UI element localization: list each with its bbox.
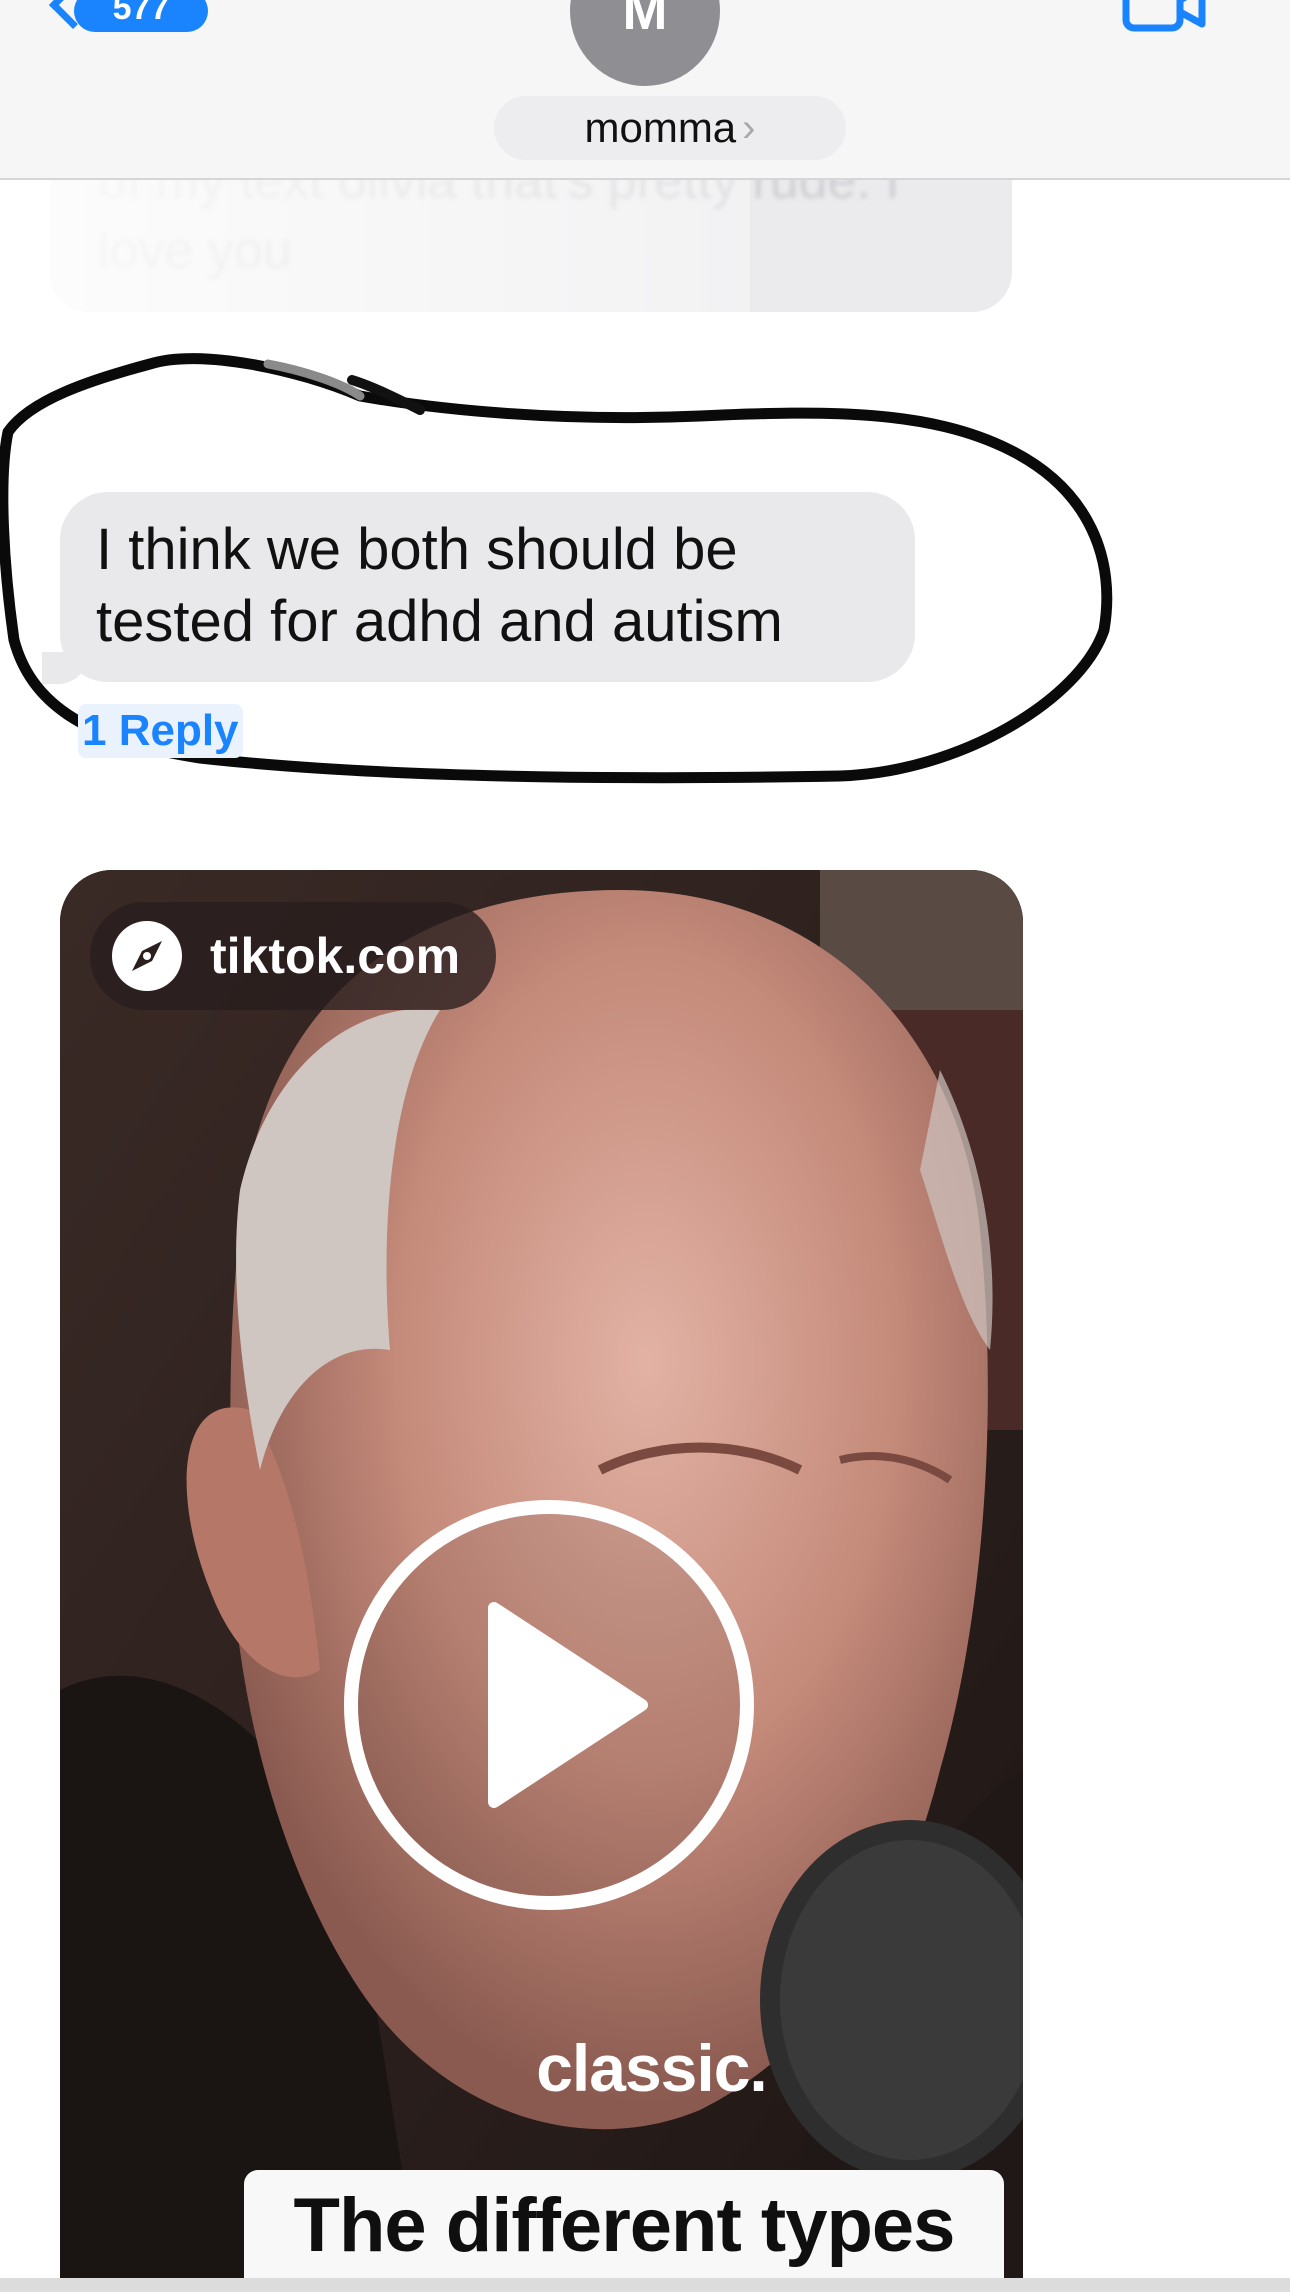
message-text-line-1: I think we both should be (96, 517, 738, 582)
avatar[interactable]: M (570, 0, 720, 86)
link-source-pill[interactable]: tiktok.com (90, 902, 496, 1010)
play-icon[interactable] (342, 1498, 756, 1912)
link-source-label: tiktok.com (210, 928, 461, 984)
link-preview-card[interactable]: tiktok.com classic. The different types (60, 870, 1023, 2280)
contact-name: momma (584, 104, 737, 151)
compass-icon (112, 921, 182, 991)
reply-count-link[interactable]: 1 Reply (78, 704, 243, 758)
video-caption-top: classic. (536, 2031, 768, 2105)
chevron-right-icon: › (742, 105, 756, 150)
bottom-divider (0, 2278, 1290, 2292)
conversation-header: 577 M momma › (0, 0, 1290, 180)
video-camera-icon[interactable] (1122, 0, 1206, 32)
contact-name-button[interactable]: momma › (494, 96, 846, 160)
video-caption-bottom: The different types (244, 2170, 1004, 2280)
avatar-initial: M (622, 0, 668, 41)
message-text-line-2: tested for adhd and autism (96, 589, 783, 654)
unread-count-badge[interactable]: 577 (74, 0, 208, 32)
message-bubble[interactable]: I think we both should be tested for adh… (60, 492, 915, 682)
